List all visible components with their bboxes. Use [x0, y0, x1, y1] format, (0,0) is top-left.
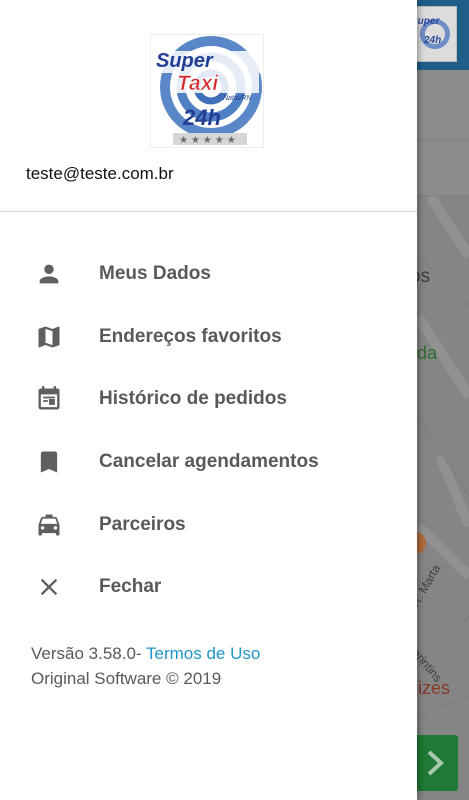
menu-item-meus-dados[interactable]: Meus Dados	[0, 243, 417, 306]
logo-text-hours: 24h	[182, 105, 221, 130]
menu-item-label: Cancelar agendamentos	[99, 451, 319, 473]
menu-item-label: Endereços favoritos	[99, 325, 282, 347]
app-logo-text-2: 24h	[424, 35, 442, 46]
drawer-footer: Versão 3.58.0- Termos de Uso Original So…	[31, 641, 260, 691]
menu-item-fechar[interactable]: Fechar	[0, 556, 417, 619]
super-taxi-logo: Super Taxi Natal/RN 24h ★★★★★	[150, 34, 264, 148]
copyright-text: Original Software © 2019	[31, 669, 222, 688]
taxi-icon	[34, 510, 64, 540]
logo-text-city: Natal/RN	[223, 95, 252, 102]
logo-stars: ★★★★★	[179, 135, 239, 146]
logo-text-taxi: Taxi	[177, 72, 219, 95]
menu-item-parceiros[interactable]: Parceiros	[0, 493, 417, 556]
chevron-right-icon	[427, 750, 444, 776]
user-email: teste@teste.com.br	[26, 164, 174, 183]
drawer-menu: Meus Dados Endereços favoritos Histórico…	[0, 243, 417, 619]
menu-item-label: Histórico de pedidos	[99, 388, 287, 410]
drawer-header: Super Taxi Natal/RN 24h ★★★★★ teste@test…	[0, 0, 417, 212]
navigation-drawer: Super Taxi Natal/RN 24h ★★★★★ teste@test…	[0, 0, 417, 800]
menu-item-label: Parceiros	[99, 513, 186, 535]
map-icon	[34, 322, 64, 352]
menu-item-label: Fechar	[99, 576, 162, 598]
menu-item-label: Meus Dados	[99, 263, 211, 285]
menu-item-historico-de-pedidos[interactable]: Histórico de pedidos	[0, 368, 417, 431]
menu-item-enderecos-favoritos[interactable]: Endereços favoritos	[0, 306, 417, 369]
terms-of-use-link[interactable]: Termos de Uso	[142, 644, 260, 663]
next-button[interactable]	[412, 735, 458, 791]
version-line: Versão 3.58.0- Termos de Uso	[31, 641, 260, 666]
logo-text-super: Super	[156, 50, 214, 72]
close-icon	[34, 572, 64, 602]
map-label: izes	[418, 678, 451, 698]
menu-item-cancelar-agendamentos[interactable]: Cancelar agendamentos	[0, 431, 417, 494]
version-text: Versão 3.58.0-	[31, 644, 142, 663]
person-icon	[34, 259, 64, 289]
calendar-icon	[34, 384, 64, 414]
bookmark-icon	[34, 447, 64, 477]
